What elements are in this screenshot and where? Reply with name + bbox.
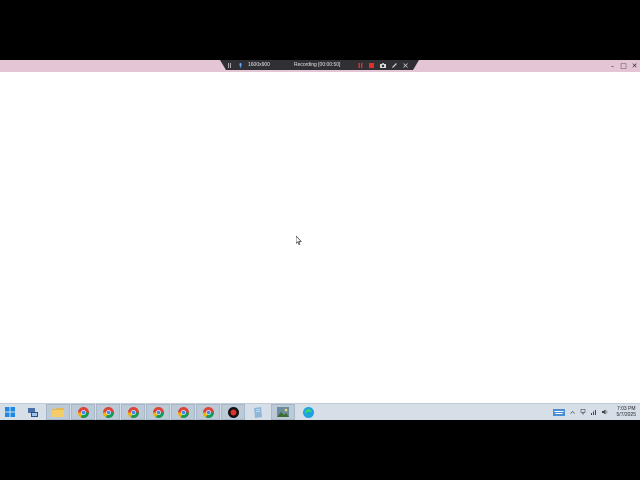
edge-icon: [302, 406, 314, 418]
camera-icon[interactable]: [380, 62, 387, 68]
chrome-icon: [77, 406, 89, 418]
signal-icon[interactable]: [590, 409, 597, 415]
chevron-up-icon[interactable]: [569, 410, 575, 415]
chrome-icon: [102, 406, 114, 418]
chrome-icon: [152, 406, 164, 418]
chrome-button-5[interactable]: [171, 404, 195, 420]
notepad-icon: [254, 406, 262, 418]
desktop-screen: – □ ✕ 1600x900 Recording [00:00:50] 7:03…: [0, 60, 640, 420]
chrome-button-2[interactable]: [96, 404, 120, 420]
recorder-tools: [358, 62, 409, 68]
network-app-button[interactable]: [21, 404, 45, 420]
taskbar: 7:03 PM 5/7/2025: [0, 403, 640, 420]
photos-icon: [277, 407, 289, 417]
window-controls: – □ ✕: [607, 60, 640, 72]
recording-status: Recording [00:00:50]: [293, 62, 341, 68]
microphone-icon[interactable]: [238, 62, 243, 68]
mouse-cursor-icon: [296, 236, 302, 245]
close-button[interactable]: ✕: [629, 60, 640, 72]
chrome-icon: [202, 406, 214, 418]
recorder-toolbar: 1600x900 Recording [00:00:50]: [220, 60, 419, 70]
chrome-icon: [177, 406, 189, 418]
stop-icon[interactable]: [369, 62, 375, 68]
pause-icon[interactable]: [358, 62, 363, 68]
chrome-button-6[interactable]: [196, 404, 220, 420]
notepad-button[interactable]: [246, 404, 270, 420]
file-explorer-button[interactable]: [46, 404, 70, 420]
folder-icon: [52, 408, 64, 417]
network-tray-icon[interactable]: [580, 409, 586, 415]
volume-icon[interactable]: [601, 409, 608, 415]
start-button[interactable]: [0, 404, 20, 420]
photos-button[interactable]: [271, 404, 295, 420]
recording-resolution: 1600x900: [248, 62, 270, 68]
pen-icon[interactable]: [392, 62, 398, 68]
system-tray: 7:03 PM 5/7/2025: [552, 404, 636, 420]
taskbar-apps: [0, 404, 321, 420]
clock-date: 5/7/2025: [616, 412, 636, 418]
taskbar-clock[interactable]: 7:03 PM 5/7/2025: [617, 406, 636, 418]
close-icon[interactable]: [403, 62, 409, 68]
record-icon: [227, 406, 239, 418]
recorder-app-button[interactable]: [221, 404, 245, 420]
chrome-icon: [127, 406, 139, 418]
chrome-button-4[interactable]: [146, 404, 170, 420]
grip-icon[interactable]: [228, 62, 233, 68]
chrome-button-1[interactable]: [71, 404, 95, 420]
chrome-button-3[interactable]: [121, 404, 145, 420]
network-computer-icon: [28, 407, 38, 417]
edge-button[interactable]: [296, 404, 320, 420]
windows-logo-icon: [5, 407, 15, 417]
keyboard-icon[interactable]: [552, 408, 565, 416]
minimize-button[interactable]: –: [607, 60, 618, 72]
maximize-button[interactable]: □: [618, 60, 629, 72]
